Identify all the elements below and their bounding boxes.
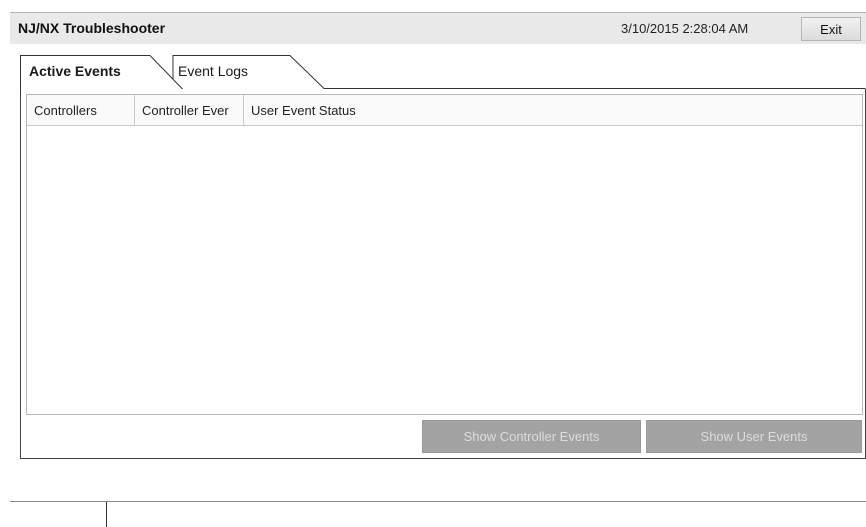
app-title: NJ/NX Troubleshooter (18, 20, 166, 36)
status-bar (10, 501, 866, 527)
tab-outline (20, 55, 866, 90)
events-grid: Controllers Controller Ever User Event S… (26, 94, 863, 415)
column-header-controller-events[interactable]: Controller Ever (135, 95, 244, 125)
tab-strip: Active Events Event Logs (20, 54, 866, 90)
tab-event-logs[interactable]: Event Logs (178, 63, 248, 79)
status-bar-divider (106, 502, 107, 527)
tab-active-events[interactable]: Active Events (29, 63, 121, 79)
show-controller-events-button[interactable]: Show Controller Events (422, 420, 641, 453)
troubleshooter-window: NJ/NX Troubleshooter 3/10/2015 2:28:04 A… (0, 0, 866, 527)
active-events-panel: Controllers Controller Ever User Event S… (20, 89, 866, 459)
grid-header: Controllers Controller Ever User Event S… (27, 95, 862, 126)
exit-button[interactable]: Exit (801, 17, 861, 41)
datetime-display: 3/10/2015 2:28:04 AM (621, 21, 749, 36)
show-user-events-button[interactable]: Show User Events (646, 420, 862, 453)
column-header-controllers[interactable]: Controllers (27, 95, 135, 125)
grid-body (27, 126, 862, 414)
column-header-user-event-status[interactable]: User Event Status (244, 95, 862, 125)
title-bar: NJ/NX Troubleshooter 3/10/2015 2:28:04 A… (10, 12, 866, 44)
